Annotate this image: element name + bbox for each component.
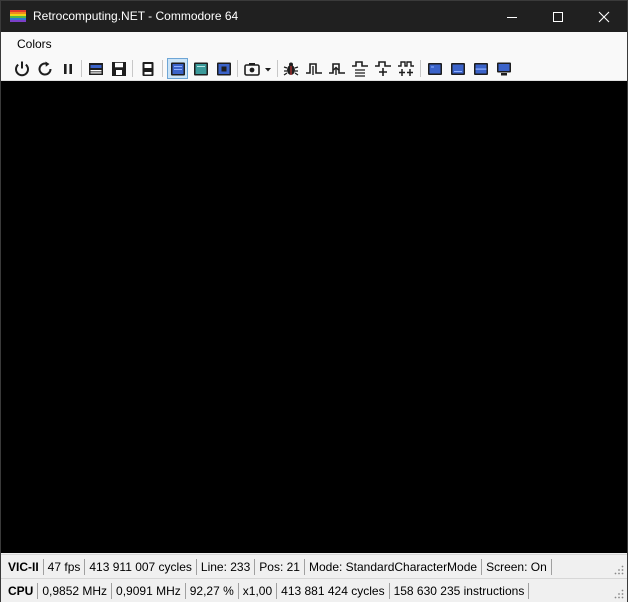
toolbar-separator xyxy=(277,60,278,77)
cpu-instructions: 158 630 235 instructions xyxy=(390,582,530,599)
vic-status-label: VIC-II xyxy=(4,558,44,575)
resize-grip-icon xyxy=(614,565,624,575)
tape-button[interactable] xyxy=(85,58,106,79)
step-multi-icon xyxy=(397,60,414,76)
display-button[interactable] xyxy=(493,58,514,79)
display-icon xyxy=(496,62,511,75)
minimize-icon xyxy=(507,16,517,18)
cartridge-icon xyxy=(142,61,153,76)
disk-icon xyxy=(111,61,126,76)
resize-grip-icon[interactable] xyxy=(614,589,624,599)
maximize-icon xyxy=(553,11,563,22)
vic-mode: Mode: StandardCharacterMode xyxy=(305,558,483,575)
pause-icon xyxy=(63,63,72,74)
vic-screen: Screen: On xyxy=(482,558,552,575)
close-icon xyxy=(598,11,610,22)
monitor-blue-icon xyxy=(170,62,185,75)
step-out-icon xyxy=(351,60,368,77)
vic-status-bar: VIC-II 47 fps 413 911 007 cycles Line: 2… xyxy=(1,554,627,578)
cpu-cycles: 413 881 424 cycles xyxy=(277,582,390,599)
menu-bar: Colors xyxy=(1,32,627,56)
power-button[interactable] xyxy=(11,58,32,79)
camera-dropdown-button[interactable] xyxy=(242,58,274,79)
step-button[interactable] xyxy=(303,58,324,79)
cartridge-button[interactable] xyxy=(137,58,158,79)
emulator-screen[interactable] xyxy=(1,81,627,553)
step-into-button[interactable] xyxy=(372,58,393,79)
toolbar-separator xyxy=(162,60,163,77)
minimize-button[interactable] xyxy=(489,1,535,32)
step-out-button[interactable] xyxy=(349,58,370,79)
vic-icon xyxy=(427,62,442,75)
vic-button[interactable] xyxy=(424,58,445,79)
step-icon xyxy=(305,62,322,75)
cia-icon xyxy=(473,62,488,75)
cpu-status-bar: CPU 0,9852 MHz 0,9091 MHz 92,27 % x1,00 … xyxy=(1,578,627,602)
toolbar-separator xyxy=(81,60,82,77)
vic-pos: Pos: 21 xyxy=(255,558,305,575)
monitor-green-button[interactable] xyxy=(190,58,211,79)
toolbar-separator xyxy=(237,60,238,77)
title-bar[interactable]: Retrocomputing.NET - Commodore 64 xyxy=(1,1,627,32)
cpu-status-label: CPU xyxy=(4,582,39,599)
toolbar-separator xyxy=(420,60,421,77)
cpu-freq-2: 0,9091 MHz xyxy=(112,582,186,599)
step-over-icon xyxy=(328,62,345,75)
toolbar-separator xyxy=(132,60,133,77)
cia-button[interactable] xyxy=(470,58,491,79)
camera-dropdown-icon xyxy=(244,62,271,76)
cpu-freq-1: 0,9852 MHz xyxy=(38,582,113,599)
vic-line: Line: 233 xyxy=(197,558,256,575)
disk-button[interactable] xyxy=(108,58,129,79)
window-title: Retrocomputing.NET - Commodore 64 xyxy=(33,9,239,23)
menu-colors[interactable]: Colors xyxy=(8,32,61,56)
emulator-window: Retrocomputing.NET - Commodore 64 Colors xyxy=(0,0,628,602)
monitor-blue-button[interactable] xyxy=(167,58,188,79)
bug-icon xyxy=(283,62,298,76)
cpu-percent: 92,27 % xyxy=(186,582,239,599)
cpu-speed: x1,00 xyxy=(239,582,278,599)
sid-button[interactable] xyxy=(447,58,468,79)
toolbar xyxy=(1,56,627,81)
step-multi-button[interactable] xyxy=(395,58,416,79)
tape-icon xyxy=(88,62,103,75)
c64-rainbow-icon xyxy=(10,10,26,22)
debug-button[interactable] xyxy=(280,58,301,79)
maximize-button[interactable] xyxy=(535,1,581,32)
monitor-chip-icon xyxy=(216,62,231,75)
step-over-button[interactable] xyxy=(326,58,347,79)
reset-icon xyxy=(38,61,52,75)
pause-button[interactable] xyxy=(57,58,78,79)
step-into-icon xyxy=(374,60,391,76)
power-icon xyxy=(14,61,29,76)
monitor-chip-button[interactable] xyxy=(213,58,234,79)
close-button[interactable] xyxy=(581,1,627,32)
reset-button[interactable] xyxy=(34,58,55,79)
monitor-green-icon xyxy=(193,62,208,75)
sid-icon xyxy=(450,62,465,75)
vic-fps: 47 fps xyxy=(44,558,86,575)
vic-cycles: 413 911 007 cycles xyxy=(85,558,197,575)
